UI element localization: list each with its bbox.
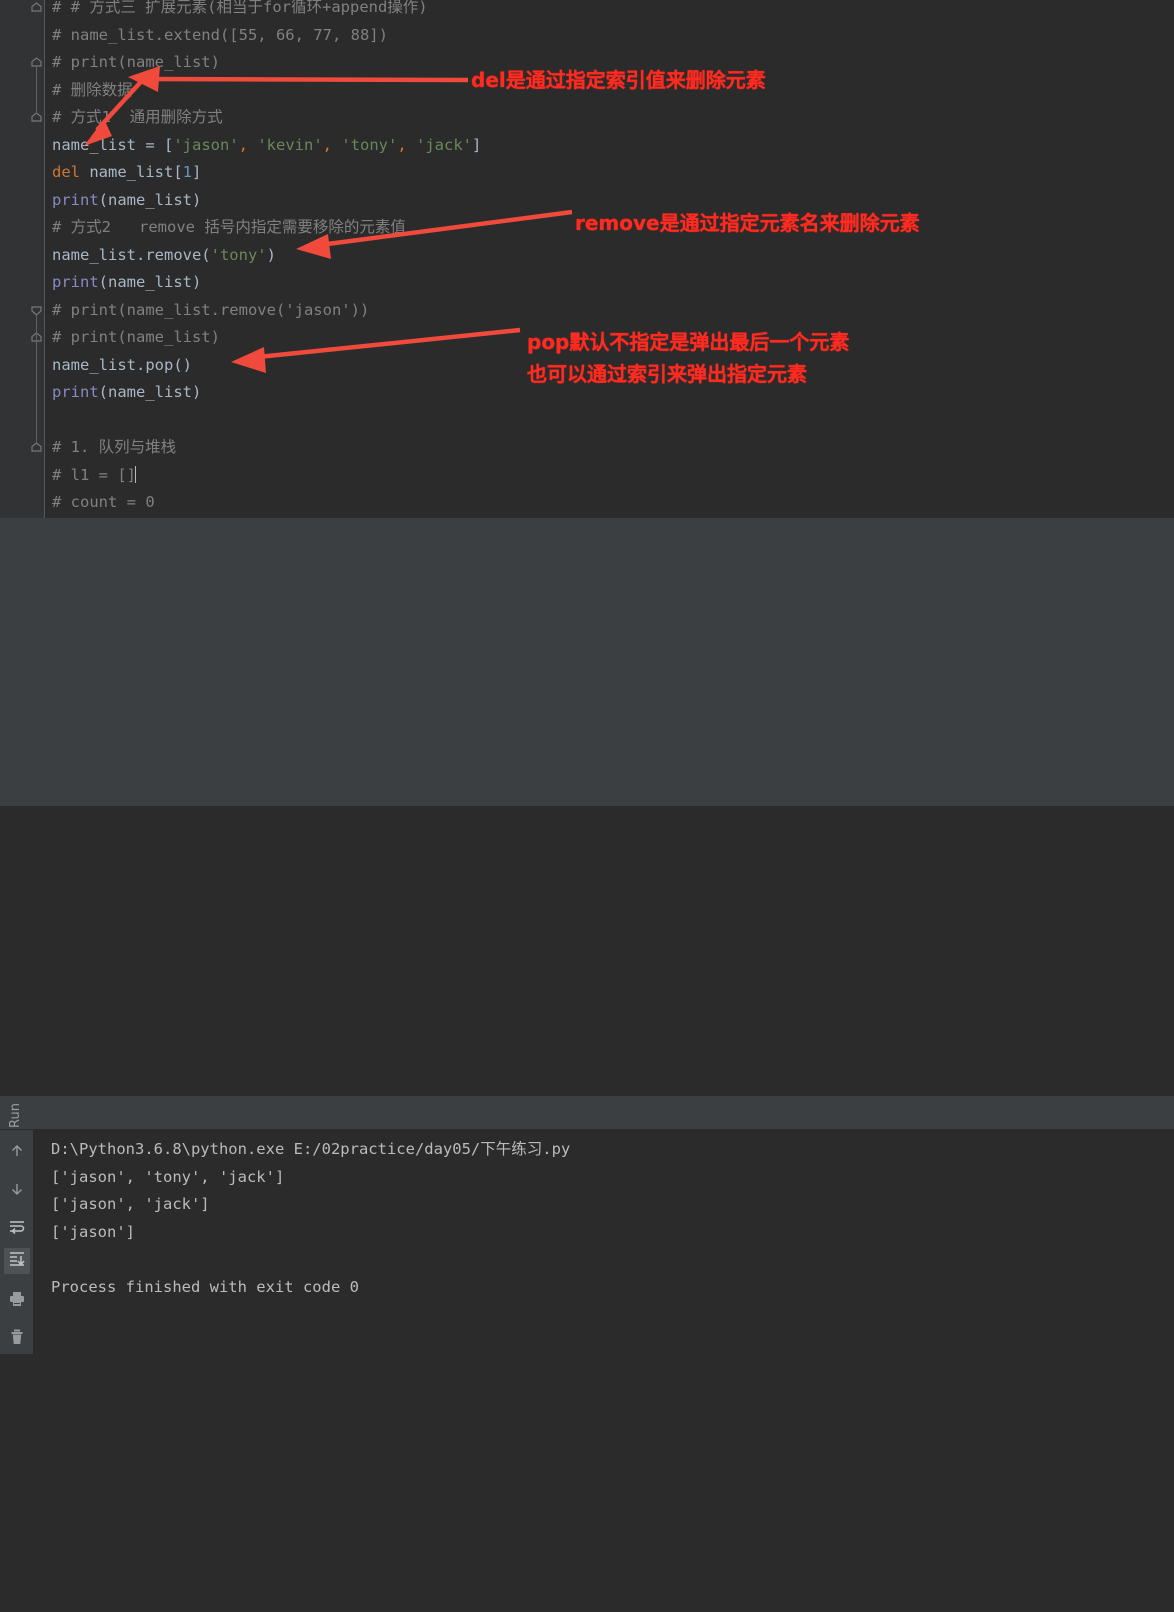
code-line[interactable] xyxy=(45,407,1174,435)
code-token: 'jack' xyxy=(416,135,473,154)
code-line[interactable]: # count = 0 xyxy=(45,489,1174,517)
arrow-down-icon xyxy=(8,1180,26,1202)
code-token: # 删除数据 xyxy=(52,80,133,99)
code-token: # print(name_list) xyxy=(52,328,220,346)
run-tab-strip[interactable]: 下午练习 ✕ xyxy=(0,1096,1174,1129)
fold-connector-line xyxy=(36,314,37,442)
code-token: 1 xyxy=(182,163,192,181)
soft-wrap-icon xyxy=(8,1218,26,1240)
console-toolbar[interactable] xyxy=(0,1130,33,1354)
code-line[interactable]: # l1 = [] xyxy=(45,462,1174,490)
fold-connector-line xyxy=(36,67,37,112)
run-tool-window[interactable]: 下午练习 ✕ Run D:\Python3.6.8\python.exe E:/… xyxy=(0,548,1174,1354)
code-line[interactable]: print(name_list) xyxy=(45,269,1174,297)
code-lines-container[interactable]: # # 方式三 扩展元素(相当于for循环+append操作) # name_li… xyxy=(45,0,1174,518)
console-line: ['jason'] xyxy=(51,1222,135,1241)
code-token: 'jason' xyxy=(173,135,239,154)
printer-icon xyxy=(8,1290,26,1312)
code-token: name_list.remove( xyxy=(52,245,211,264)
code-token: print xyxy=(52,383,99,401)
console-output[interactable]: D:\Python3.6.8\python.exe E:/02practice/… xyxy=(33,1129,1174,1354)
scroll-down-button[interactable] xyxy=(4,1178,30,1204)
run-window-side-label: Run xyxy=(0,1103,23,1130)
code-line[interactable]: # 删除数据 xyxy=(45,77,1174,105)
code-line[interactable]: # print(name_list.remove('jason')) xyxy=(45,297,1174,325)
code-line[interactable]: # 方式1 通用删除方式 xyxy=(45,104,1174,132)
code-token: # print(name_list) xyxy=(52,53,220,71)
fold-collapse-icon[interactable] xyxy=(30,1,43,14)
soft-wrap-button[interactable] xyxy=(4,1216,30,1242)
console-line: Process finished with exit code 0 xyxy=(51,1277,359,1296)
code-token: name_list xyxy=(52,135,146,154)
code-token: ) xyxy=(266,245,276,264)
code-token: # count = 0 xyxy=(52,493,155,511)
code-token: ] xyxy=(472,135,482,154)
code-token: (name_list) xyxy=(98,383,202,401)
code-token: print xyxy=(52,190,99,209)
code-token: # print(name_list.remove('jason')) xyxy=(52,300,370,319)
code-token: # 方式1 通用删除方式 xyxy=(52,108,223,126)
code-token: , xyxy=(322,135,342,154)
code-line[interactable]: del name_list[1] xyxy=(45,159,1174,187)
code-token: , xyxy=(397,135,417,154)
fold-collapse-icon[interactable] xyxy=(30,111,43,124)
editor-console-divider[interactable] xyxy=(0,518,1174,548)
code-token: [ xyxy=(164,135,174,154)
code-line[interactable]: # print(name_list) xyxy=(45,324,1174,352)
code-token: (name_list) xyxy=(98,190,202,209)
code-token: # 方式2 remove 括号内指定需要移除的元素值 xyxy=(52,218,406,236)
code-line[interactable]: print(name_list) xyxy=(45,187,1174,215)
code-line[interactable]: # 1. 队列与堆栈 xyxy=(45,434,1174,462)
code-token: # name_list.extend([55, 66, 77, 88]) xyxy=(52,25,388,44)
code-token: 'tony' xyxy=(341,135,398,154)
text-caret xyxy=(135,465,136,483)
console-output-text: D:\Python3.6.8\python.exe E:/02practice/… xyxy=(51,1136,570,1301)
code-line[interactable]: name_list = ['jason', 'kevin', 'tony', '… xyxy=(45,132,1174,160)
code-line[interactable]: # # 方式三 扩展元素(相当于for循环+append操作) xyxy=(45,0,1174,22)
code-token: = xyxy=(145,135,164,154)
code-line[interactable]: # name_list.extend([55, 66, 77, 88]) xyxy=(45,22,1174,50)
code-token: 'tony' xyxy=(210,245,267,264)
code-line[interactable]: print(name_list) xyxy=(45,379,1174,407)
code-token: (name_list) xyxy=(98,273,202,291)
console-line: ['jason', 'jack'] xyxy=(51,1195,210,1213)
code-token: # # 方式三 扩展元素(相当于for循环+append操作) xyxy=(52,0,428,16)
code-token: ] xyxy=(192,163,202,181)
print-button[interactable] xyxy=(4,1288,30,1314)
divider-left-cap xyxy=(0,518,44,548)
code-line[interactable]: # 方式2 remove 括号内指定需要移除的元素值 xyxy=(45,214,1174,242)
code-token: del xyxy=(52,163,90,181)
code-editor[interactable]: # # 方式三 扩展元素(相当于for循环+append操作) # name_li… xyxy=(0,0,1174,518)
editor-left-strip xyxy=(0,0,28,518)
scroll-up-button[interactable] xyxy=(4,1140,30,1166)
scroll-to-end-button[interactable] xyxy=(4,1248,30,1274)
code-token: name_list[ xyxy=(89,163,183,181)
code-line[interactable]: name_list.remove('tony') xyxy=(45,242,1174,270)
console-line: D:\Python3.6.8\python.exe E:/02practice/… xyxy=(51,1140,571,1158)
arrow-up-icon xyxy=(8,1142,26,1164)
console-line: ['jason', 'tony', 'jack'] xyxy=(51,1167,285,1186)
trash-icon xyxy=(8,1328,26,1350)
code-token: , xyxy=(238,135,258,154)
run-window-side-label-text: Run xyxy=(8,1103,23,1128)
code-token: # l1 = [] xyxy=(52,465,136,484)
clear-all-button[interactable] xyxy=(4,1326,30,1352)
code-token: # 1. 队列与堆栈 xyxy=(52,438,177,456)
code-line[interactable]: # print(name_list) xyxy=(45,49,1174,77)
code-token: 'kevin' xyxy=(257,135,323,154)
code-token: print xyxy=(52,273,99,291)
code-line[interactable]: name_list.pop() xyxy=(45,352,1174,380)
code-token: name_list.pop() xyxy=(52,355,192,374)
scroll-to-end-icon xyxy=(8,1250,26,1272)
fold-collapse-icon[interactable] xyxy=(30,441,43,454)
